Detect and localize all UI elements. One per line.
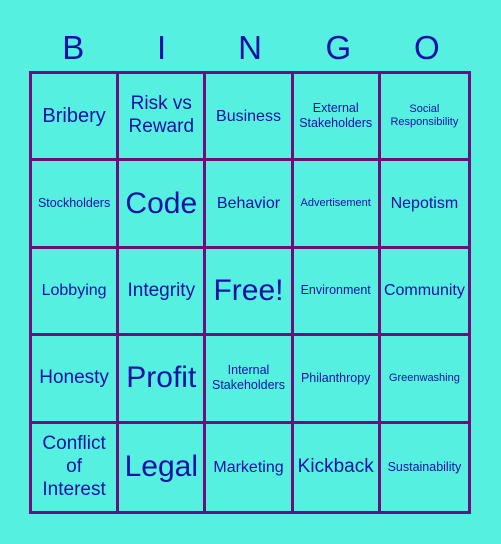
header-letter-b: B [62,29,85,66]
bingo-cell[interactable]: Bribery [32,74,120,162]
bingo-cell[interactable]: Lobbying [32,248,120,337]
bingo-cell[interactable]: Nepotism [380,161,468,249]
bingo-cell[interactable]: Social Responsibility [380,74,468,162]
bingo-cell[interactable]: Behavior [206,161,294,249]
bingo-cell[interactable]: Profit [119,336,207,424]
bingo-cell[interactable]: Advertisement [293,161,381,249]
bingo-cell[interactable]: Risk vs Reward [119,74,207,162]
bingo-header: B I N G O [29,28,471,68]
bingo-cell[interactable]: Legal [119,423,207,511]
bingo-cell[interactable]: External Stakeholders [293,74,381,162]
bingo-cell[interactable]: Greenwashing [380,336,468,424]
bingo-cell[interactable]: Kickback [294,423,381,511]
bingo-cell[interactable]: Conflict of Interest [32,423,120,511]
bingo-cell[interactable]: Honesty [32,336,120,424]
bingo-board: Bribery Risk vs Reward Business External… [29,71,471,514]
bingo-cell[interactable]: Sustainability [381,424,468,511]
header-letter-g: G [325,29,352,66]
bingo-cell[interactable]: Business [206,74,294,162]
bingo-cell[interactable]: Internal Stakeholders [206,336,294,424]
bingo-cell[interactable]: Code [119,161,207,249]
header-letter-o: O [413,29,440,66]
bingo-cell[interactable]: Integrity [119,248,207,337]
bingo-cell[interactable]: Environment [293,248,381,337]
bingo-cell[interactable]: Philanthropy [293,336,381,424]
bingo-cell[interactable]: Community [380,249,468,337]
free-space-cell[interactable]: Free! [206,248,294,337]
bingo-cell[interactable]: Stockholders [32,161,120,249]
header-letter-n: N [238,29,262,66]
bingo-cell[interactable]: Marketing [206,423,294,511]
header-letter-i: I [157,29,167,66]
